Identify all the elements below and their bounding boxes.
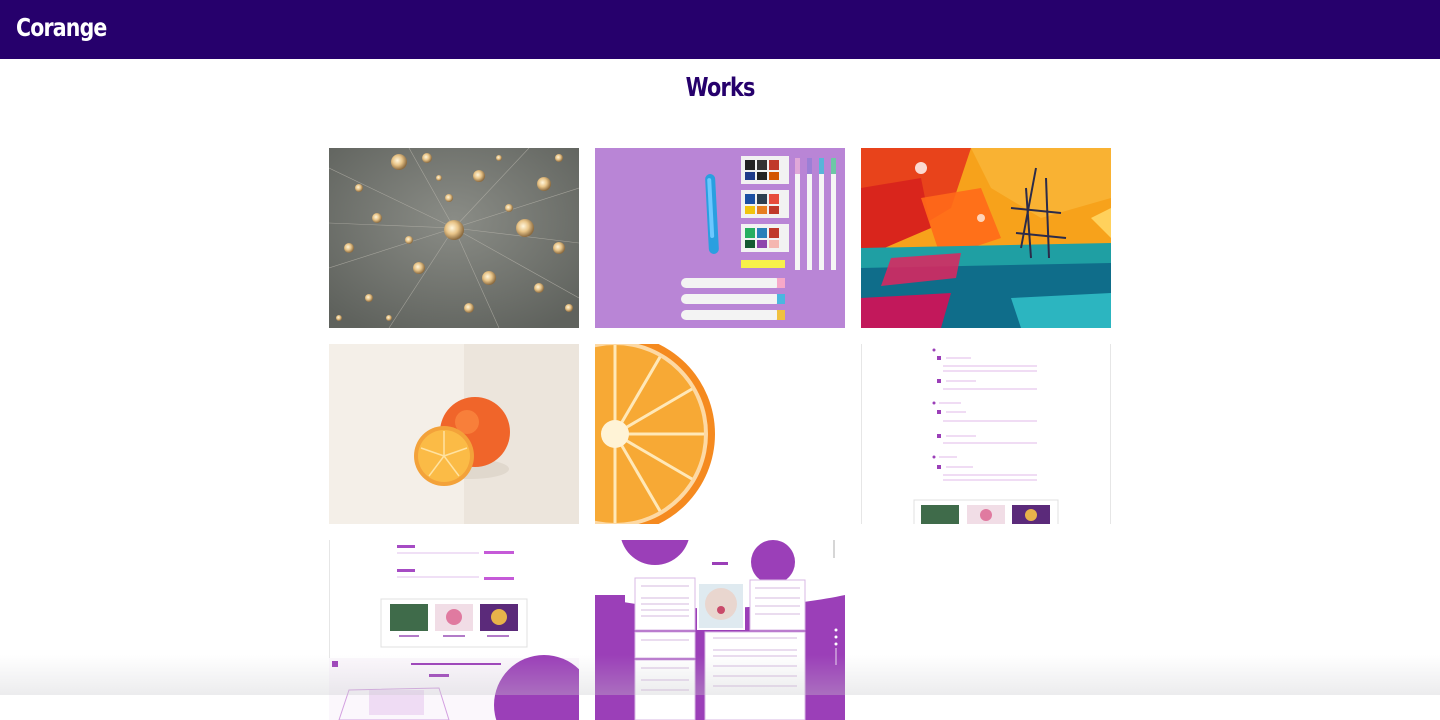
work-tile-art-supplies[interactable]	[595, 148, 845, 328]
page-title: Works	[0, 73, 1440, 103]
site-header: Corange	[0, 0, 1440, 59]
work-tile-site-menu[interactable]	[329, 540, 579, 720]
abstract-painting-image	[861, 148, 1111, 328]
work-tile-site-purple[interactable]	[595, 540, 845, 720]
site-menu-image	[329, 540, 579, 720]
work-tile-abstract-painting[interactable]	[861, 148, 1111, 328]
site-faq-image	[861, 344, 1111, 524]
brand-logo[interactable]: Corange	[16, 13, 107, 42]
work-tile-orange[interactable]	[329, 344, 579, 524]
site-purple-image	[595, 540, 845, 720]
page-title-text: Works	[685, 73, 756, 103]
work-tile-site-faq[interactable]	[861, 344, 1111, 524]
work-tile-light-bulbs[interactable]	[329, 148, 579, 328]
art-supplies-image	[595, 148, 845, 328]
light-bulbs-image	[329, 148, 579, 328]
work-tile-orange-slice[interactable]	[595, 344, 845, 524]
orange-slice-image	[595, 344, 845, 524]
orange-image	[329, 344, 579, 524]
